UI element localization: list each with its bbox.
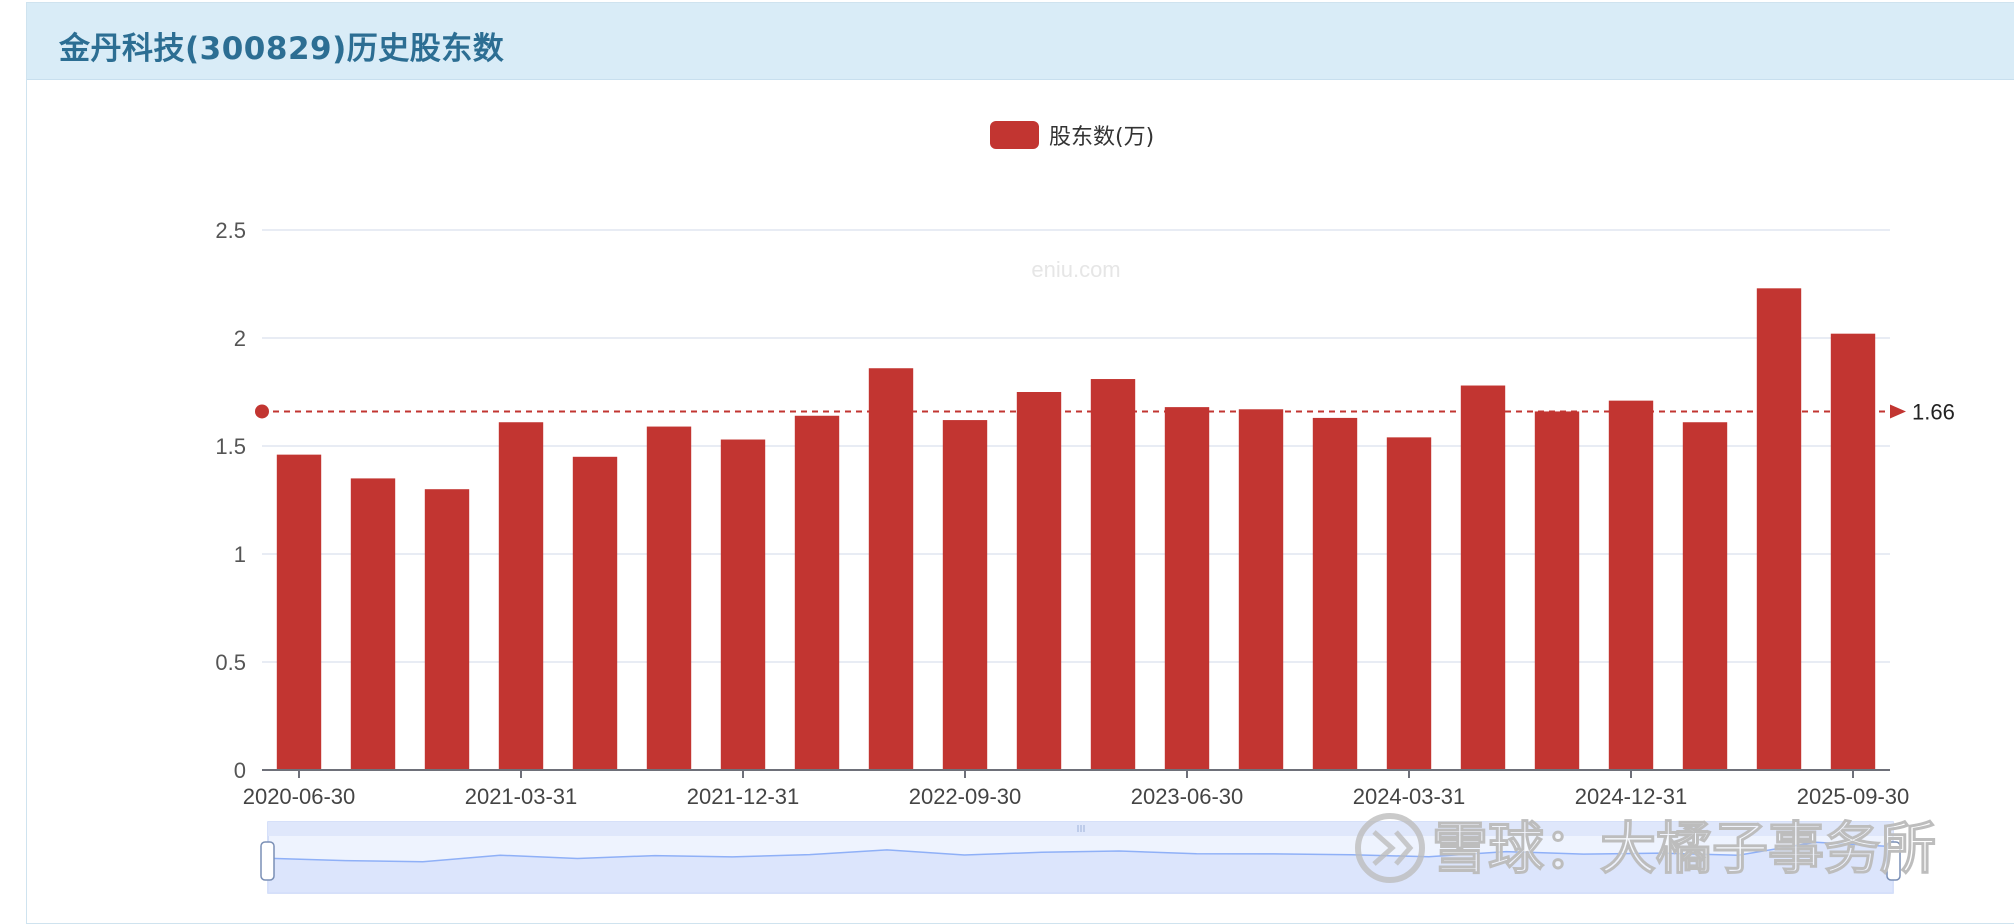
logo-text: 雪球：大橘子事务所 xyxy=(1432,817,1936,882)
y-tick-label: 1 xyxy=(234,542,246,567)
bar-2021-06-30[interactable] xyxy=(572,456,618,770)
average-start-dot xyxy=(255,404,269,419)
bar-2022-06-30[interactable] xyxy=(868,368,914,770)
x-tick-label: 2024-12-31 xyxy=(1575,784,1688,809)
bars[interactable] xyxy=(276,288,1876,770)
x-axis-labels: 2020-06-30 2021-03-31 2021-12-31 2022-09-30… xyxy=(243,784,1910,809)
x-axis xyxy=(262,769,1890,778)
zoom-handle-left[interactable] xyxy=(260,841,275,881)
bar-2023-12-31[interactable] xyxy=(1312,417,1358,770)
x-tick-label: 2021-03-31 xyxy=(465,784,578,809)
bar-2024-03-31[interactable] xyxy=(1386,437,1432,770)
bar-chart: eniu.com 0 0.5 1 1.5 2 2.5 2020-06-30 2021-03-… xyxy=(215,218,1955,894)
bar-2022-09-30[interactable] xyxy=(942,420,988,770)
y-tick-label: 0 xyxy=(234,758,246,783)
y-axis: 0 0.5 1 1.5 2 2.5 xyxy=(215,218,246,783)
x-tick-label: 2025-09-30 xyxy=(1797,784,1910,809)
average-arrow-icon xyxy=(1890,404,1906,419)
bar-2020-06-30[interactable] xyxy=(276,454,322,770)
bar-2021-12-31[interactable] xyxy=(720,439,766,770)
y-tick-label: 2.5 xyxy=(215,218,246,243)
bar-2023-06-30[interactable] xyxy=(1164,407,1210,770)
bar-2024-09-30[interactable] xyxy=(1534,411,1580,770)
xueqiu-logo: 雪球：大橘子事务所 xyxy=(1355,813,1937,883)
bar-2023-03-31[interactable] xyxy=(1090,379,1136,770)
bar-2025-03-31[interactable] xyxy=(1682,422,1728,770)
x-tick-label: 2020-06-30 xyxy=(243,784,356,809)
bar-2024-06-30[interactable] xyxy=(1460,385,1506,770)
x-tick-label: 2023-06-30 xyxy=(1131,784,1244,809)
x-tick-label: 2021-12-31 xyxy=(687,784,800,809)
x-tick-label: 2022-09-30 xyxy=(909,784,1022,809)
bar-2023-09-30[interactable] xyxy=(1238,409,1284,770)
y-tick-label: 1.5 xyxy=(215,434,246,459)
bar-2022-12-31[interactable] xyxy=(1016,392,1062,770)
bar-2021-03-31[interactable] xyxy=(498,422,544,770)
y-tick-label: 0.5 xyxy=(215,650,246,675)
bar-2024-12-31[interactable] xyxy=(1608,400,1654,770)
bar-2022-03-31[interactable] xyxy=(794,415,840,770)
average-label: 1.66 xyxy=(1912,399,1955,424)
bar-2020-09-30[interactable] xyxy=(350,478,396,770)
x-tick-label: 2024-03-31 xyxy=(1353,784,1466,809)
bar-2020-12-31[interactable] xyxy=(424,489,470,770)
watermark-text: eniu.com xyxy=(1031,257,1120,282)
bar-2025-06-30[interactable] xyxy=(1756,288,1802,770)
y-tick-label: 2 xyxy=(234,326,246,351)
bar-2021-09-30[interactable] xyxy=(646,426,692,770)
bar-2025-09-30[interactable] xyxy=(1830,333,1876,770)
